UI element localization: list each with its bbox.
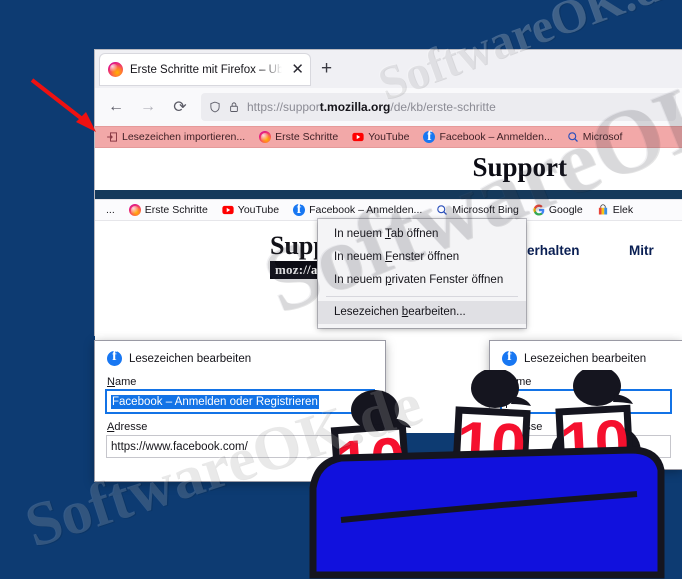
facebook-icon <box>293 202 306 218</box>
menu-text-post: enster öffnen <box>392 251 460 263</box>
menu-text-pre: In neuem <box>334 251 386 263</box>
tab-title: Erste Schritte mit Firefox – Überb <box>130 63 283 76</box>
bookmark-label: Elek <box>612 204 634 216</box>
bookmark-label: Facebook – Anmelden... <box>439 131 553 143</box>
bookmark-overflow[interactable]: ... <box>99 201 122 220</box>
bookmark-erste-schritte[interactable]: Erste Schritte <box>122 201 215 220</box>
bookmark-label: YouTube <box>237 204 280 216</box>
stick-figures-illustration: 10 10 10 <box>309 370 665 579</box>
url-path: /de/kb/erste-schritte <box>390 100 496 114</box>
menu-text-post: rivaten Fenster öffnen <box>391 274 504 286</box>
menu-text-post: ab öffnen <box>390 228 439 240</box>
navigation-toolbar: ← → ⟳ https://support.mozilla.org/de/kb/… <box>95 88 682 126</box>
firefox-icon <box>128 204 141 216</box>
bookmark-label: YouTube <box>368 131 410 143</box>
dialog-title: Lesezeichen bearbeiten <box>524 352 647 365</box>
blue-divider <box>95 190 682 199</box>
address-label-rest: dresse <box>114 421 148 433</box>
bookmark-label: Google <box>548 204 583 216</box>
new-tab-button[interactable]: + <box>321 59 332 78</box>
bookmark-facebook[interactable]: Facebook – Anmelden... <box>286 201 429 220</box>
bookmark-label: Facebook – Anmelden... <box>309 204 423 216</box>
close-icon[interactable]: ✕ <box>289 62 306 77</box>
lock-icon <box>230 102 238 112</box>
page-nav-link-2[interactable]: Mitr <box>629 243 654 258</box>
bookmarks-toolbar-plain: ... Erste Schritte YouTube Facebook – An… <box>95 199 682 221</box>
bookmark-youtube[interactable]: YouTube <box>215 201 286 220</box>
page-nav-link-1[interactable]: erhalten <box>527 243 580 258</box>
menu-text-pre: Lesezeichen <box>334 306 402 318</box>
name-input-value: Facebook – Anmelden oder Registrieren <box>111 394 319 409</box>
bookmark-erste-schritte[interactable]: Erste Schritte <box>252 128 345 147</box>
menu-item-open-new-window[interactable]: In neuem Fenster öffnen <box>318 246 526 269</box>
bookmark-facebook[interactable]: Facebook – Anmelden... <box>416 128 559 147</box>
url-bar[interactable]: https://support.mozilla.org/de/kb/erste-… <box>201 93 676 121</box>
bookmark-google[interactable]: Google <box>526 201 590 220</box>
search-icon <box>567 132 578 142</box>
dialog-title-row: Lesezeichen bearbeiten <box>502 349 670 366</box>
search-icon <box>437 205 448 215</box>
reload-button[interactable]: ⟳ <box>165 93 195 121</box>
dialog-title: Lesezeichen bearbeiten <box>129 352 252 365</box>
url-prefix: https://suppor <box>247 100 320 114</box>
bookmark-label: Microsoft Bing <box>452 204 519 216</box>
facebook-icon <box>107 349 122 366</box>
browser-tab[interactable]: Erste Schritte mit Firefox – Überb ✕ <box>100 54 310 85</box>
judges-table <box>309 446 665 579</box>
menu-separator <box>326 296 518 297</box>
firefox-icon <box>259 131 272 143</box>
google-icon <box>533 204 545 216</box>
menu-text-pre: In neuem <box>334 274 386 286</box>
youtube-icon <box>352 132 364 142</box>
name-label-accesskey: N <box>107 376 115 388</box>
bookmark-microsoft-bing[interactable]: Microsof <box>560 128 630 147</box>
menu-item-edit-bookmark[interactable]: Lesezeichen bearbeiten... <box>318 301 526 324</box>
facebook-icon <box>502 349 517 366</box>
bookmark-label: Lesezeichen importieren... <box>122 131 246 143</box>
url-text: https://support.mozilla.org/de/kb/erste-… <box>247 100 496 114</box>
forward-button[interactable]: → <box>133 93 163 121</box>
bookmark-label: Microsof <box>582 131 623 143</box>
tab-strip: Erste Schritte mit Firefox – Überb ✕ + <box>95 50 682 88</box>
bookmark-microsoft-bing[interactable]: Microsoft Bing <box>429 201 526 220</box>
firefox-icon <box>108 62 123 77</box>
youtube-icon <box>222 205 234 215</box>
shopping-bag-icon <box>598 204 607 215</box>
bookmark-label: Erste Schritte <box>144 204 208 216</box>
bookmark-context-menu: In neuem Tab öffnen In neuem Fenster öff… <box>318 219 526 328</box>
facebook-icon <box>423 129 436 145</box>
name-label-rest: ame <box>114 376 137 388</box>
menu-text-post: earbeiten... <box>408 306 466 318</box>
menu-text-pre: In neuem <box>334 228 385 240</box>
mozilla-wordmark: moz://a <box>270 261 323 279</box>
bookmarks-toolbar-highlighted: Lesezeichen importieren... Erste Schritt… <box>95 126 682 148</box>
address-input-value: https://www.facebook.com/ <box>111 440 248 453</box>
bookmark-import[interactable]: Lesezeichen importieren... <box>99 128 252 147</box>
page-title: Support <box>472 152 567 182</box>
red-arrow-icon <box>30 78 96 132</box>
url-domain: t.mozilla.org <box>319 100 391 114</box>
bookmark-youtube[interactable]: YouTube <box>345 128 416 147</box>
bookmark-elektronik[interactable]: Elek <box>590 201 640 220</box>
shield-icon <box>210 101 220 113</box>
support-banner: Support <box>95 148 682 190</box>
bookmark-label: Erste Schritte <box>275 131 339 143</box>
menu-item-open-new-tab[interactable]: In neuem Tab öffnen <box>318 223 526 246</box>
dialog-title-row: Lesezeichen bearbeiten <box>107 349 373 366</box>
menu-item-open-private-window[interactable]: In neuem privaten Fenster öffnen <box>318 269 526 292</box>
bookmark-label: ... <box>106 204 115 216</box>
